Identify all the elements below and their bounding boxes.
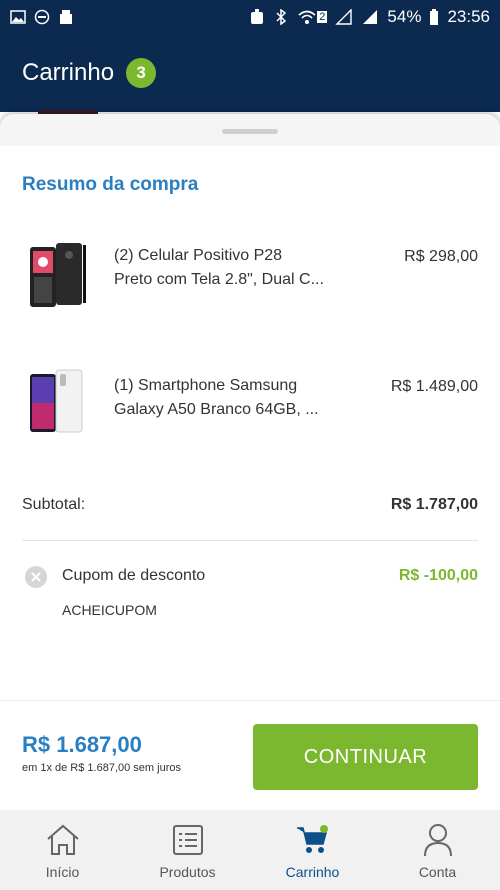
wifi-icon: 2: [297, 10, 328, 24]
total-price: R$ 1.687,00: [22, 732, 142, 757]
signal-icon: [335, 9, 353, 25]
item-name: (1) Smartphone Samsung Galaxy A50 Branco…: [114, 374, 354, 422]
item-name-line1: (2) Celular Positivo P28: [114, 247, 283, 264]
remove-coupon-button[interactable]: [25, 566, 47, 588]
user-icon: [420, 822, 456, 858]
drag-handle[interactable]: [222, 129, 278, 134]
status-bar: 2 54% 23:56: [0, 0, 500, 34]
nav-label: Conta: [418, 864, 457, 880]
item-name: (2) Celular Positivo P28 Preto com Tela …: [114, 244, 354, 292]
list-icon: [170, 822, 206, 858]
subtotal-label: Subtotal:: [22, 496, 86, 513]
item-price: R$ 1.489,00: [390, 378, 478, 395]
list-item: (2) Celular Positivo P28 Preto com Tela …: [0, 236, 500, 326]
subtotal-row: Subtotal: R$ 1.787,00: [22, 496, 478, 514]
phone-image: [26, 241, 88, 313]
installments-text: em 1x de R$ 1.687,00 sem juros: [22, 762, 181, 774]
coupon-value: R$ -100,00: [398, 567, 478, 584]
divider: [22, 540, 478, 541]
sheet-handle-area[interactable]: [0, 114, 500, 146]
nav-item-produtos[interactable]: Produtos: [125, 810, 250, 890]
nav-item-conta[interactable]: Conta: [375, 810, 500, 890]
checkout-bar: R$ 1.687,00 em 1x de R$ 1.687,00 sem jur…: [0, 700, 500, 810]
battery-icon: [429, 9, 439, 25]
nav-label: Carrinho: [285, 864, 340, 880]
item-name-line2: Galaxy A50 Branco 64GB, ...: [114, 401, 319, 418]
home-icon: [45, 822, 81, 858]
page-title: Carrinho: [22, 59, 115, 86]
item-price: R$ 298,00: [404, 248, 478, 265]
status-right-icons: 2 54% 23:56: [249, 7, 490, 27]
image-icon: [10, 10, 26, 24]
minus-circle-icon: [34, 9, 50, 25]
bottom-nav: Início Produtos Carrinho Conta: [0, 810, 500, 890]
android-icon: [58, 10, 74, 24]
subtotal-value: R$ 1.787,00: [390, 496, 478, 513]
nav-label: Produtos: [159, 864, 216, 880]
coupon-label: Cupom de desconto: [62, 567, 206, 584]
nav-item-inicio[interactable]: Início: [0, 810, 125, 890]
nav-label: Início: [45, 864, 80, 880]
summary-title: Resumo da compra: [22, 174, 199, 195]
status-left-icons: [10, 9, 74, 25]
alarm-icon: [249, 9, 265, 24]
cart-icon: [295, 822, 331, 858]
smartphone-image: [26, 368, 88, 440]
signal-icon: [361, 10, 379, 24]
nav-item-carrinho[interactable]: Carrinho: [250, 810, 375, 890]
continue-button[interactable]: CONTINUAR: [253, 724, 478, 790]
item-name-line2: Preto com Tela 2.8", Dual C...: [114, 271, 324, 288]
coupon-code: ACHEICUPOM: [62, 602, 157, 618]
clock: 23:56: [447, 7, 490, 26]
cart-count-badge: 3: [126, 58, 157, 88]
bluetooth-icon: [273, 9, 289, 25]
list-item: (1) Smartphone Samsung Galaxy A50 Branco…: [0, 366, 500, 456]
app-header: Carrinho 3: [0, 34, 500, 112]
sim-badge: 2: [317, 11, 328, 23]
battery-percent: 54%: [387, 7, 422, 26]
close-icon: [31, 572, 41, 582]
item-name-line1: (1) Smartphone Samsung: [114, 377, 298, 394]
